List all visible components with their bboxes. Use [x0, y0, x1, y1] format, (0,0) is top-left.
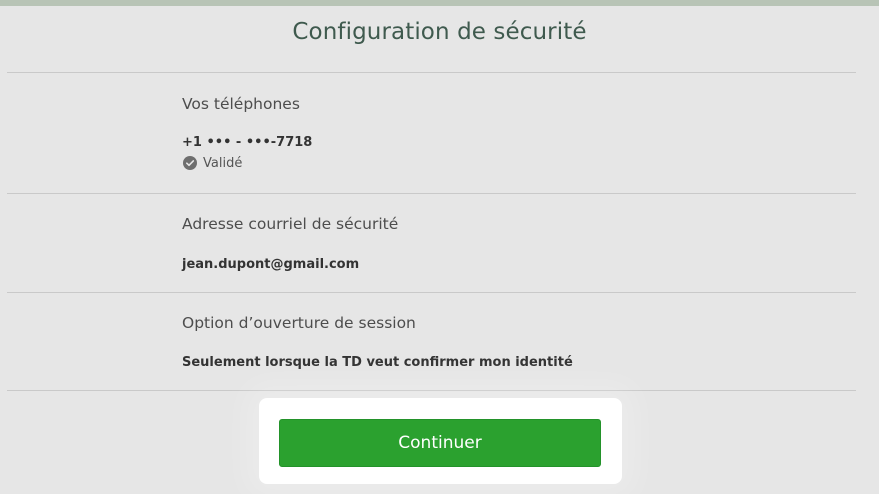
security-email: jean.dupont@gmail.com — [182, 257, 360, 272]
continue-button[interactable]: Continuer — [279, 419, 601, 467]
email-section-label: Adresse courriel de sécurité — [182, 215, 399, 233]
divider — [7, 292, 856, 293]
divider — [7, 193, 856, 194]
phones-section-label: Vos téléphones — [182, 95, 300, 113]
page-title: Configuration de sécurité — [292, 19, 587, 45]
check-circle-icon — [183, 156, 197, 170]
divider — [7, 390, 856, 391]
phone-status: Validé — [183, 155, 242, 171]
login-option-section-label: Option d’ouverture de session — [182, 314, 416, 332]
login-option-value: Seulement lorsque la TD veut confirmer m… — [182, 355, 573, 370]
divider — [7, 72, 856, 73]
phone-status-text: Validé — [203, 155, 243, 171]
phone-number: +1 ••• - •••-7718 — [182, 135, 313, 150]
